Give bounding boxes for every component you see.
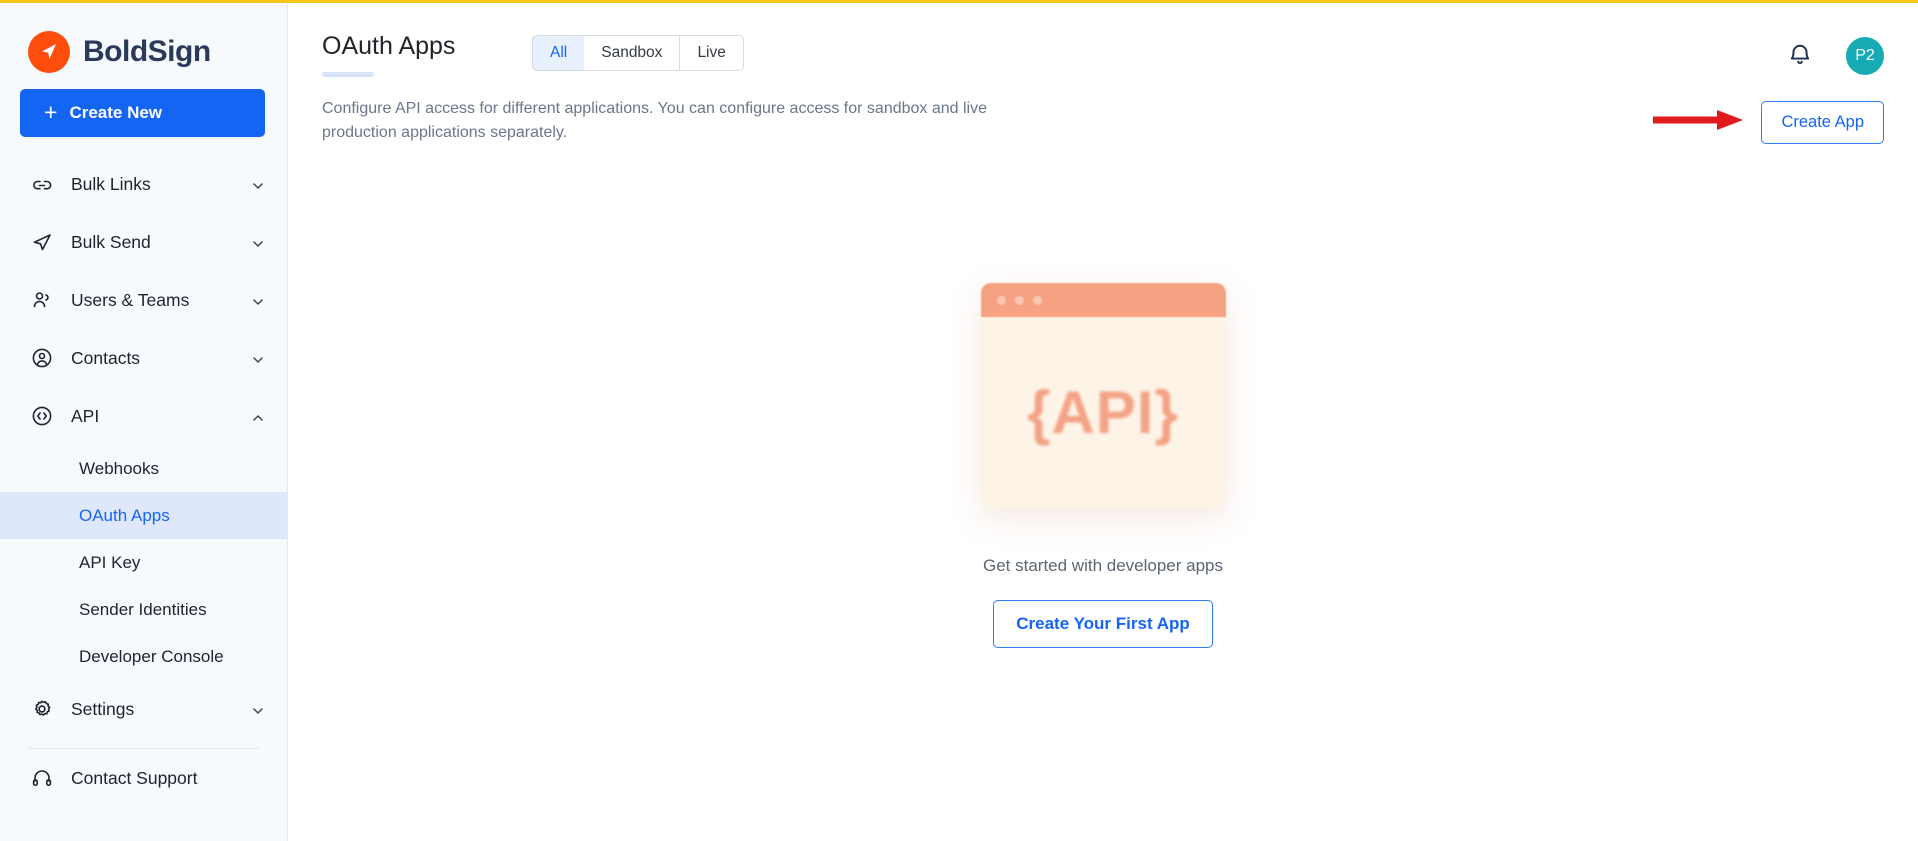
headset-icon: [30, 766, 54, 790]
main-content: OAuth Apps All Sandbox Live P2 Configure…: [288, 3, 1918, 841]
create-new-label: Create New: [69, 103, 163, 122]
tab-label: All: [550, 44, 568, 61]
illustration-title-bar: [980, 283, 1226, 317]
page-title-wrap: OAuth Apps: [322, 32, 532, 77]
create-first-app-button[interactable]: Create Your First App: [993, 600, 1213, 648]
sidebar-item-label: Bulk Send: [71, 231, 151, 252]
sidebar-nav: Bulk Links Bulk Send Users & Teams Conta…: [0, 155, 287, 807]
sidebar-subitem-developer-console[interactable]: Developer Console: [0, 633, 287, 680]
environment-tabs: All Sandbox Live: [532, 35, 744, 71]
gear-icon: [30, 697, 54, 721]
tab-label: Sandbox: [601, 44, 663, 61]
sidebar: BoldSign + Create New Bulk Links Bulk Se…: [0, 3, 288, 841]
sidebar-item-contacts[interactable]: Contacts: [0, 329, 287, 387]
header-actions: P2: [1786, 37, 1918, 75]
api-browser-window-illustration-icon: {API}: [980, 283, 1226, 508]
brand-name: BoldSign: [83, 35, 211, 68]
illustration-dot: [996, 295, 1006, 305]
chevron-down-icon: [251, 351, 265, 365]
link-icon: [30, 172, 54, 196]
tab-all[interactable]: All: [532, 36, 586, 70]
sidebar-item-bulk-links[interactable]: Bulk Links: [0, 155, 287, 213]
chevron-down-icon: [251, 702, 265, 716]
avatar[interactable]: P2: [1846, 37, 1884, 75]
avatar-initials: P2: [1855, 47, 1875, 64]
brand-logo[interactable]: BoldSign: [0, 3, 287, 79]
sidebar-item-api[interactable]: API: [0, 387, 287, 445]
sidebar-item-label: Settings: [71, 698, 135, 719]
sidebar-item-bulk-send[interactable]: Bulk Send: [0, 213, 287, 271]
sidebar-subitem-oauth-apps[interactable]: OAuth Apps: [0, 492, 287, 539]
sidebar-subitem-label: API Key: [79, 552, 141, 572]
page-description: Configure API access for different appli…: [322, 99, 987, 142]
title-underline: [322, 71, 374, 77]
plus-icon: +: [44, 98, 58, 125]
users-icon: [30, 288, 54, 312]
sidebar-item-contact-support[interactable]: Contact Support: [0, 749, 287, 807]
sidebar-subitem-webhooks[interactable]: Webhooks: [0, 445, 287, 492]
sidebar-item-users-teams[interactable]: Users & Teams: [0, 271, 287, 329]
illustration-dot: [1014, 295, 1024, 305]
sidebar-item-label: Bulk Links: [71, 173, 151, 194]
description-row: Configure API access for different appli…: [288, 77, 1918, 147]
create-app-area: Create App: [1651, 97, 1884, 144]
bell-icon[interactable]: [1786, 42, 1814, 70]
sidebar-subitem-label: Webhooks: [79, 458, 160, 478]
sidebar-item-label: Contacts: [71, 347, 141, 368]
sidebar-subitem-label: Developer Console: [79, 646, 224, 666]
api-subnav: Webhooks OAuth Apps API Key Sender Ident…: [0, 445, 287, 680]
page-header: OAuth Apps All Sandbox Live P2: [288, 3, 1918, 77]
page-title: OAuth Apps: [322, 32, 456, 60]
tab-live[interactable]: Live: [680, 36, 743, 70]
red-arrow-pointer-icon: [1651, 107, 1747, 138]
paper-plane-icon: [30, 230, 54, 254]
create-app-button[interactable]: Create App: [1761, 100, 1884, 144]
app-window: BoldSign + Create New Bulk Links Bulk Se…: [0, 0, 1918, 841]
empty-state-message: Get started with developer apps: [982, 556, 1224, 575]
tab-sandbox[interactable]: Sandbox: [584, 36, 681, 70]
create-new-button[interactable]: + Create New: [20, 89, 265, 137]
chevron-down-icon: [251, 293, 265, 307]
illustration-body: {API}: [981, 317, 1226, 508]
sidebar-item-label: Contact Support: [71, 767, 198, 788]
code-brackets-icon: [30, 404, 54, 428]
tab-label: Live: [697, 44, 726, 61]
sidebar-item-settings[interactable]: Settings: [0, 680, 287, 738]
sidebar-item-label: Users & Teams: [71, 289, 190, 310]
contact-person-icon: [30, 346, 54, 370]
chevron-up-icon: [251, 409, 265, 423]
chevron-down-icon: [251, 177, 265, 191]
sidebar-subitem-sender-identities[interactable]: Sender Identities: [0, 586, 287, 633]
sidebar-item-label: API: [71, 405, 100, 426]
boldsign-arrow-logo-icon: [28, 31, 70, 73]
sidebar-subitem-label: OAuth Apps: [79, 505, 170, 525]
sidebar-subitem-api-key[interactable]: API Key: [0, 539, 287, 586]
sidebar-subitem-label: Sender Identities: [79, 599, 207, 619]
empty-state: {API} Get started with developer apps Cr…: [288, 283, 1918, 648]
chevron-down-icon: [251, 235, 265, 249]
illustration-dot: [1032, 295, 1042, 305]
illustration-text: {API}: [1027, 379, 1179, 446]
